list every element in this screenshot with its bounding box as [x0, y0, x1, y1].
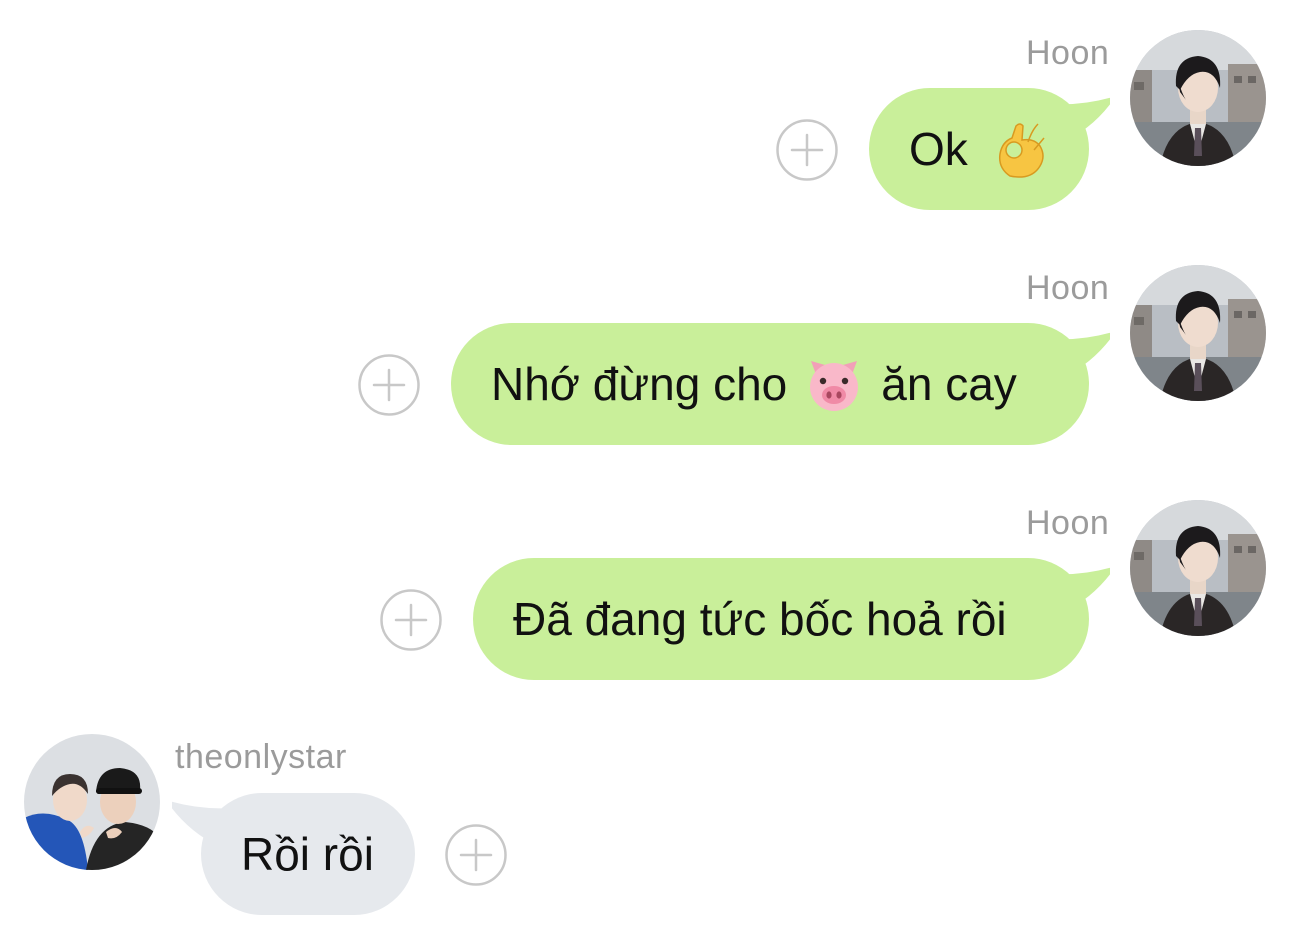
- message-bubble[interactable]: Nhớ đừng cho ăn cay: [451, 323, 1089, 445]
- message-bubble[interactable]: Ok: [869, 88, 1089, 210]
- add-reaction-icon[interactable]: [380, 589, 442, 651]
- add-reaction-icon[interactable]: [445, 824, 507, 886]
- sender-name: Hoon: [1026, 269, 1110, 307]
- message-text: Đã đang tức bốc hoả rồi: [513, 593, 1007, 645]
- add-reaction-icon[interactable]: [358, 354, 420, 416]
- pig-face-emoji: [805, 355, 863, 413]
- message-text: Nhớ đừng cho: [491, 358, 788, 410]
- message-bubble[interactable]: Rồi rồi: [201, 793, 415, 915]
- theonlystar-avatar[interactable]: [24, 734, 160, 870]
- hoon-avatar[interactable]: [1130, 500, 1266, 636]
- ok-hand-emoji: [992, 120, 1050, 178]
- hoon-avatar[interactable]: [1130, 30, 1266, 166]
- sender-name: Hoon: [1026, 34, 1110, 72]
- add-reaction-icon[interactable]: [776, 119, 838, 181]
- message-text: Ok: [909, 123, 968, 175]
- sender-name: theonlystar: [175, 738, 347, 776]
- hoon-avatar[interactable]: [1130, 265, 1266, 401]
- sender-name: Hoon: [1026, 504, 1110, 542]
- message-text: Rồi rồi: [241, 828, 374, 880]
- message-text: ăn cay: [881, 358, 1017, 410]
- message-bubble[interactable]: Đã đang tức bốc hoả rồi: [473, 558, 1089, 680]
